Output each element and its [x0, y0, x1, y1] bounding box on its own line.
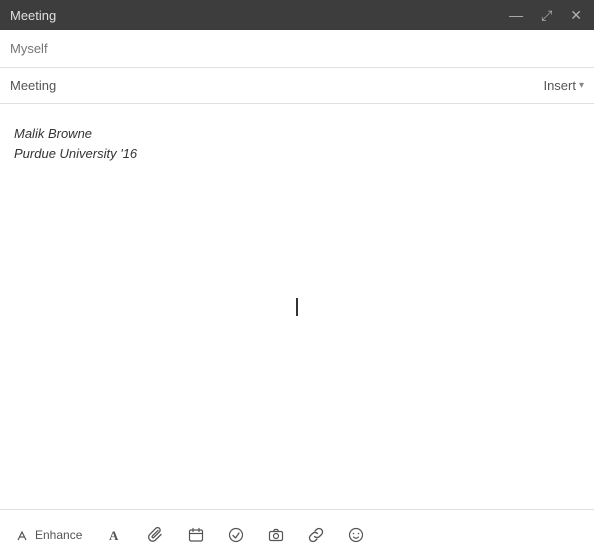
link-icon: [308, 527, 324, 543]
sender-org: Purdue University '16: [14, 144, 580, 164]
camera-icon: [268, 527, 284, 543]
emoji-icon: [348, 527, 364, 543]
camera-button[interactable]: [264, 523, 288, 547]
chevron-down-icon: ▾: [579, 80, 584, 91]
text-cursor: [296, 298, 298, 316]
attachment-button[interactable]: [144, 523, 168, 547]
window-title: Meeting: [10, 8, 56, 23]
recipient-input[interactable]: [10, 41, 584, 56]
text-format-icon: A: [108, 527, 124, 543]
enhance-button[interactable]: Enhance: [10, 524, 88, 546]
subject-text: Meeting: [10, 78, 56, 93]
emoji-button[interactable]: [344, 523, 368, 547]
check-button[interactable]: [224, 523, 248, 547]
minimize-button[interactable]: —: [507, 6, 525, 24]
email-body[interactable]: Malik Browne Purdue University '16: [0, 104, 594, 509]
attachment-icon: [148, 527, 164, 543]
bottom-toolbar: Enhance A: [0, 509, 594, 559]
link-button[interactable]: [304, 523, 328, 547]
subject-row: Meeting Insert ▾: [0, 68, 594, 104]
svg-text:A: A: [109, 528, 119, 543]
enhance-icon: [16, 528, 30, 542]
calendar-button[interactable]: [184, 523, 208, 547]
window-controls: — ⤢ ✕: [507, 6, 584, 24]
close-button[interactable]: ✕: [568, 6, 584, 24]
sender-name: Malik Browne: [14, 124, 580, 144]
insert-button[interactable]: Insert ▾: [543, 78, 584, 93]
expand-button[interactable]: ⤢: [539, 6, 554, 24]
titlebar: Meeting — ⤢ ✕: [0, 0, 594, 30]
calendar-icon: [188, 527, 204, 543]
check-icon: [228, 527, 244, 543]
body-content: Malik Browne Purdue University '16: [14, 124, 580, 163]
to-field: [0, 30, 594, 68]
text-format-button[interactable]: A: [104, 523, 128, 547]
